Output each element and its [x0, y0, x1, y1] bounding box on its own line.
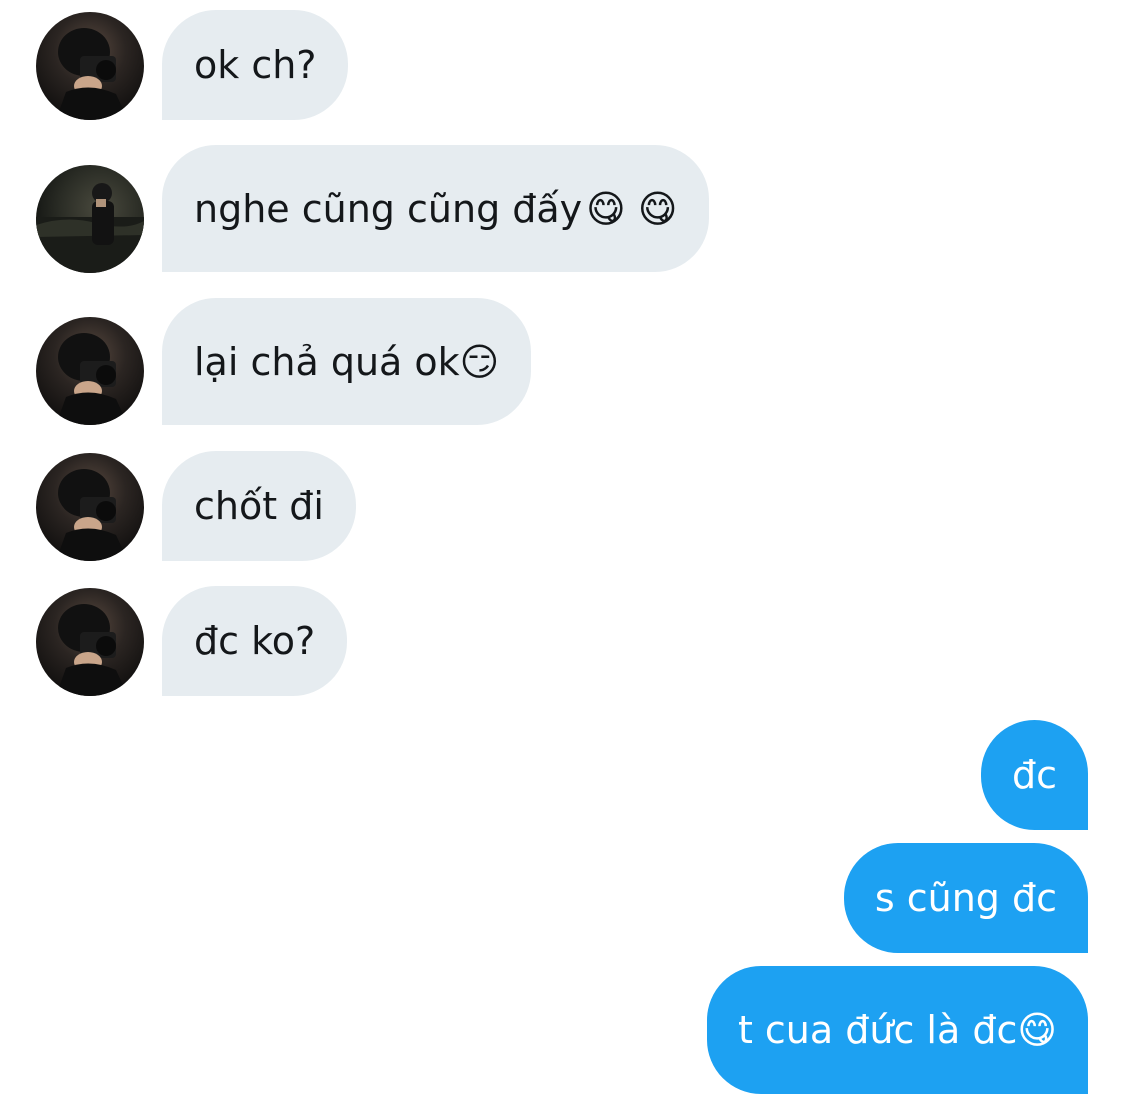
outgoing-message-bubble[interactable]: s cũng đc	[843, 843, 1088, 953]
incoming-message-bubble[interactable]: đc ko?	[162, 586, 348, 696]
avatar-photo-icon	[56, 333, 128, 425]
message-text: đc ko?	[194, 619, 316, 663]
sender-avatar[interactable]	[36, 588, 144, 696]
incoming-message-bubble[interactable]: ok ch?	[162, 10, 349, 120]
sender-avatar[interactable]	[36, 317, 144, 425]
sender-avatar[interactable]	[36, 453, 144, 561]
sender-avatar[interactable]	[36, 12, 144, 120]
avatar-photo-icon	[56, 604, 128, 696]
sender-avatar[interactable]	[36, 165, 144, 273]
incoming-message-bubble[interactable]: chốt đi	[162, 451, 356, 561]
message-text: s cũng đc	[874, 876, 1057, 920]
smirk-face-emoji: 😏	[459, 339, 500, 384]
outgoing-message-bubble[interactable]: t cua đức là đc 😋	[706, 966, 1088, 1094]
message-text: lại chả quá ok	[194, 339, 460, 384]
message-text: nghe cũng cũng đấy	[194, 186, 583, 231]
incoming-message-bubble[interactable]: nghe cũng cũng đấy 😋 😋	[162, 145, 710, 272]
outgoing-message-bubble[interactable]: đc	[980, 720, 1088, 830]
yum-face-emoji: 😋 😋	[586, 186, 678, 231]
message-text: t cua đức là đc	[737, 1008, 1018, 1052]
avatar-photo-icon	[56, 469, 128, 561]
incoming-message-bubble[interactable]: lại chả quá ok 😏	[162, 298, 532, 425]
avatar-photo-icon	[56, 28, 128, 120]
message-text: ok ch?	[194, 43, 317, 87]
message-text: đc	[1011, 753, 1057, 797]
avatar-photo-icon	[36, 183, 144, 273]
message-text: chốt đi	[194, 484, 324, 528]
yum-face-emoji: 😋	[1017, 1008, 1057, 1052]
